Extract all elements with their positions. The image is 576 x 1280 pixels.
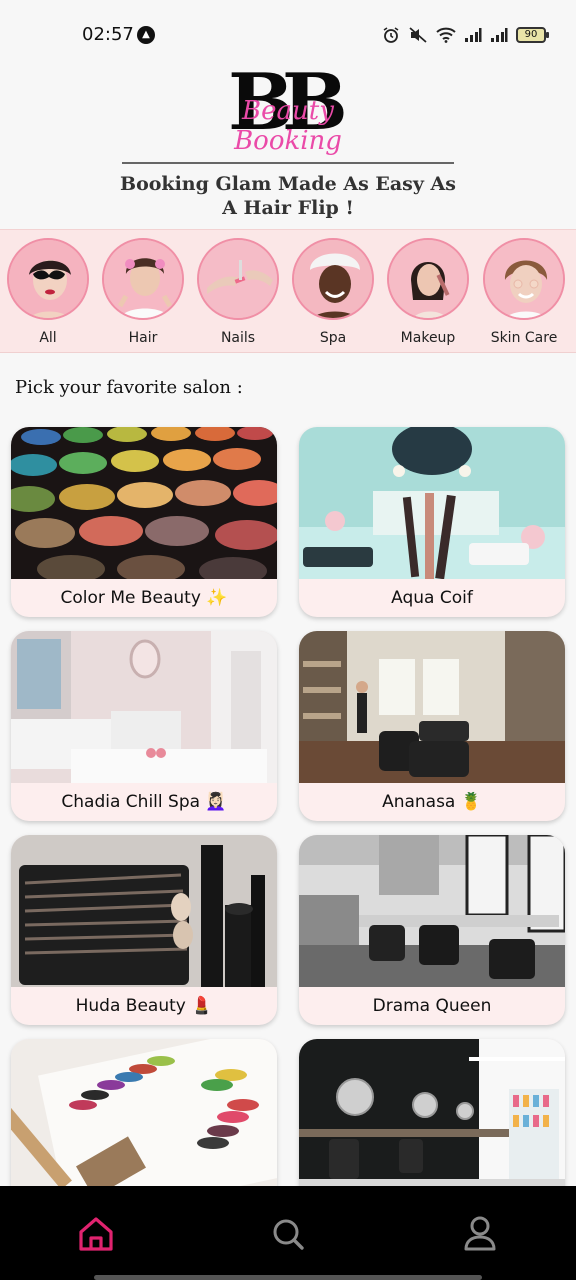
- nav-home-button[interactable]: [72, 1210, 120, 1258]
- category-hair[interactable]: Hair: [100, 238, 186, 350]
- status-icons: 90: [382, 24, 549, 46]
- salon-image: [11, 631, 277, 783]
- category-makeup-image: [387, 238, 469, 320]
- salon-name: Huda Beauty 💄: [75, 996, 213, 1016]
- logo-script: Beauty Booking: [234, 96, 342, 156]
- category-bar: All Hair Nails Spa Makeup Skin Care: [0, 229, 576, 353]
- salon-card-huda-beauty[interactable]: Huda Beauty 💄: [11, 835, 277, 1025]
- bottom-nav: [0, 1186, 576, 1280]
- salon-image: [299, 631, 565, 783]
- category-makeup[interactable]: Makeup: [385, 238, 471, 350]
- signal-icon: [491, 28, 508, 42]
- category-skin-care-image: [483, 238, 565, 320]
- category-hair-image: [102, 238, 184, 320]
- category-all-label: All: [39, 330, 57, 346]
- battery-icon: 90: [516, 27, 549, 43]
- app-notification-icon: ▲: [137, 26, 155, 44]
- category-makeup-label: Makeup: [400, 330, 456, 346]
- tagline-line-2: A Hair Flip !: [222, 197, 354, 219]
- mute-icon: [409, 27, 427, 43]
- salon-card-color-me-beauty[interactable]: Color Me Beauty ✨: [11, 427, 277, 617]
- category-spa[interactable]: Spa: [290, 238, 376, 350]
- salon-card-ananasa[interactable]: Ananasa 🍍: [299, 631, 565, 821]
- tagline: Booking Glam Made As Easy As A Hair Flip…: [96, 172, 480, 220]
- category-nails-label: Nails: [220, 330, 256, 346]
- section-heading: Pick your favorite salon :: [15, 377, 243, 398]
- wifi-icon: [436, 27, 456, 43]
- home-indicator[interactable]: [94, 1275, 482, 1280]
- salon-image: [11, 835, 277, 987]
- salon-name: Drama Queen: [372, 996, 492, 1016]
- category-skin-care[interactable]: Skin Care: [481, 238, 567, 350]
- salon-card-chadia-chill-spa[interactable]: Chadia Chill Spa 💆🏻‍♀️: [11, 631, 277, 821]
- tagline-line-1: Booking Glam Made As Easy As: [120, 173, 456, 195]
- category-nails[interactable]: Nails: [195, 238, 281, 350]
- nav-profile-button[interactable]: [456, 1210, 504, 1258]
- salon-name: Chadia Chill Spa 💆🏻‍♀️: [61, 792, 227, 812]
- category-nails-image: [197, 238, 279, 320]
- profile-icon: [464, 1216, 496, 1251]
- category-all-image: [7, 238, 89, 320]
- salon-card-aqua-coif[interactable]: Aqua Coif: [299, 427, 565, 617]
- salon-image: [299, 1039, 565, 1191]
- search-icon: [273, 1219, 304, 1250]
- salon-card-drama-queen[interactable]: Drama Queen: [299, 835, 565, 1025]
- salon-name: Ananasa 🍍: [382, 792, 482, 812]
- category-hair-label: Hair: [128, 330, 158, 346]
- salon-name: Color Me Beauty ✨: [60, 588, 228, 608]
- salon-image: [299, 427, 565, 579]
- salon-name: Aqua Coif: [391, 588, 473, 608]
- category-skin-care-label: Skin Care: [490, 330, 558, 346]
- home-icon: [79, 1217, 113, 1251]
- header-divider: [122, 162, 454, 164]
- category-spa-image: [292, 238, 374, 320]
- app-logo: BB Beauty Booking: [188, 60, 388, 157]
- salon-image: [11, 427, 277, 579]
- category-all[interactable]: All: [5, 238, 91, 350]
- status-bar: 02:57 ▲ 90: [0, 0, 576, 64]
- salon-image: [11, 1039, 277, 1191]
- nav-search-button[interactable]: [264, 1210, 312, 1258]
- alarm-icon: [383, 27, 399, 43]
- salon-image: [299, 835, 565, 987]
- category-spa-label: Spa: [319, 330, 347, 346]
- signal-icon: [465, 28, 482, 42]
- status-time: 02:57: [82, 24, 134, 45]
